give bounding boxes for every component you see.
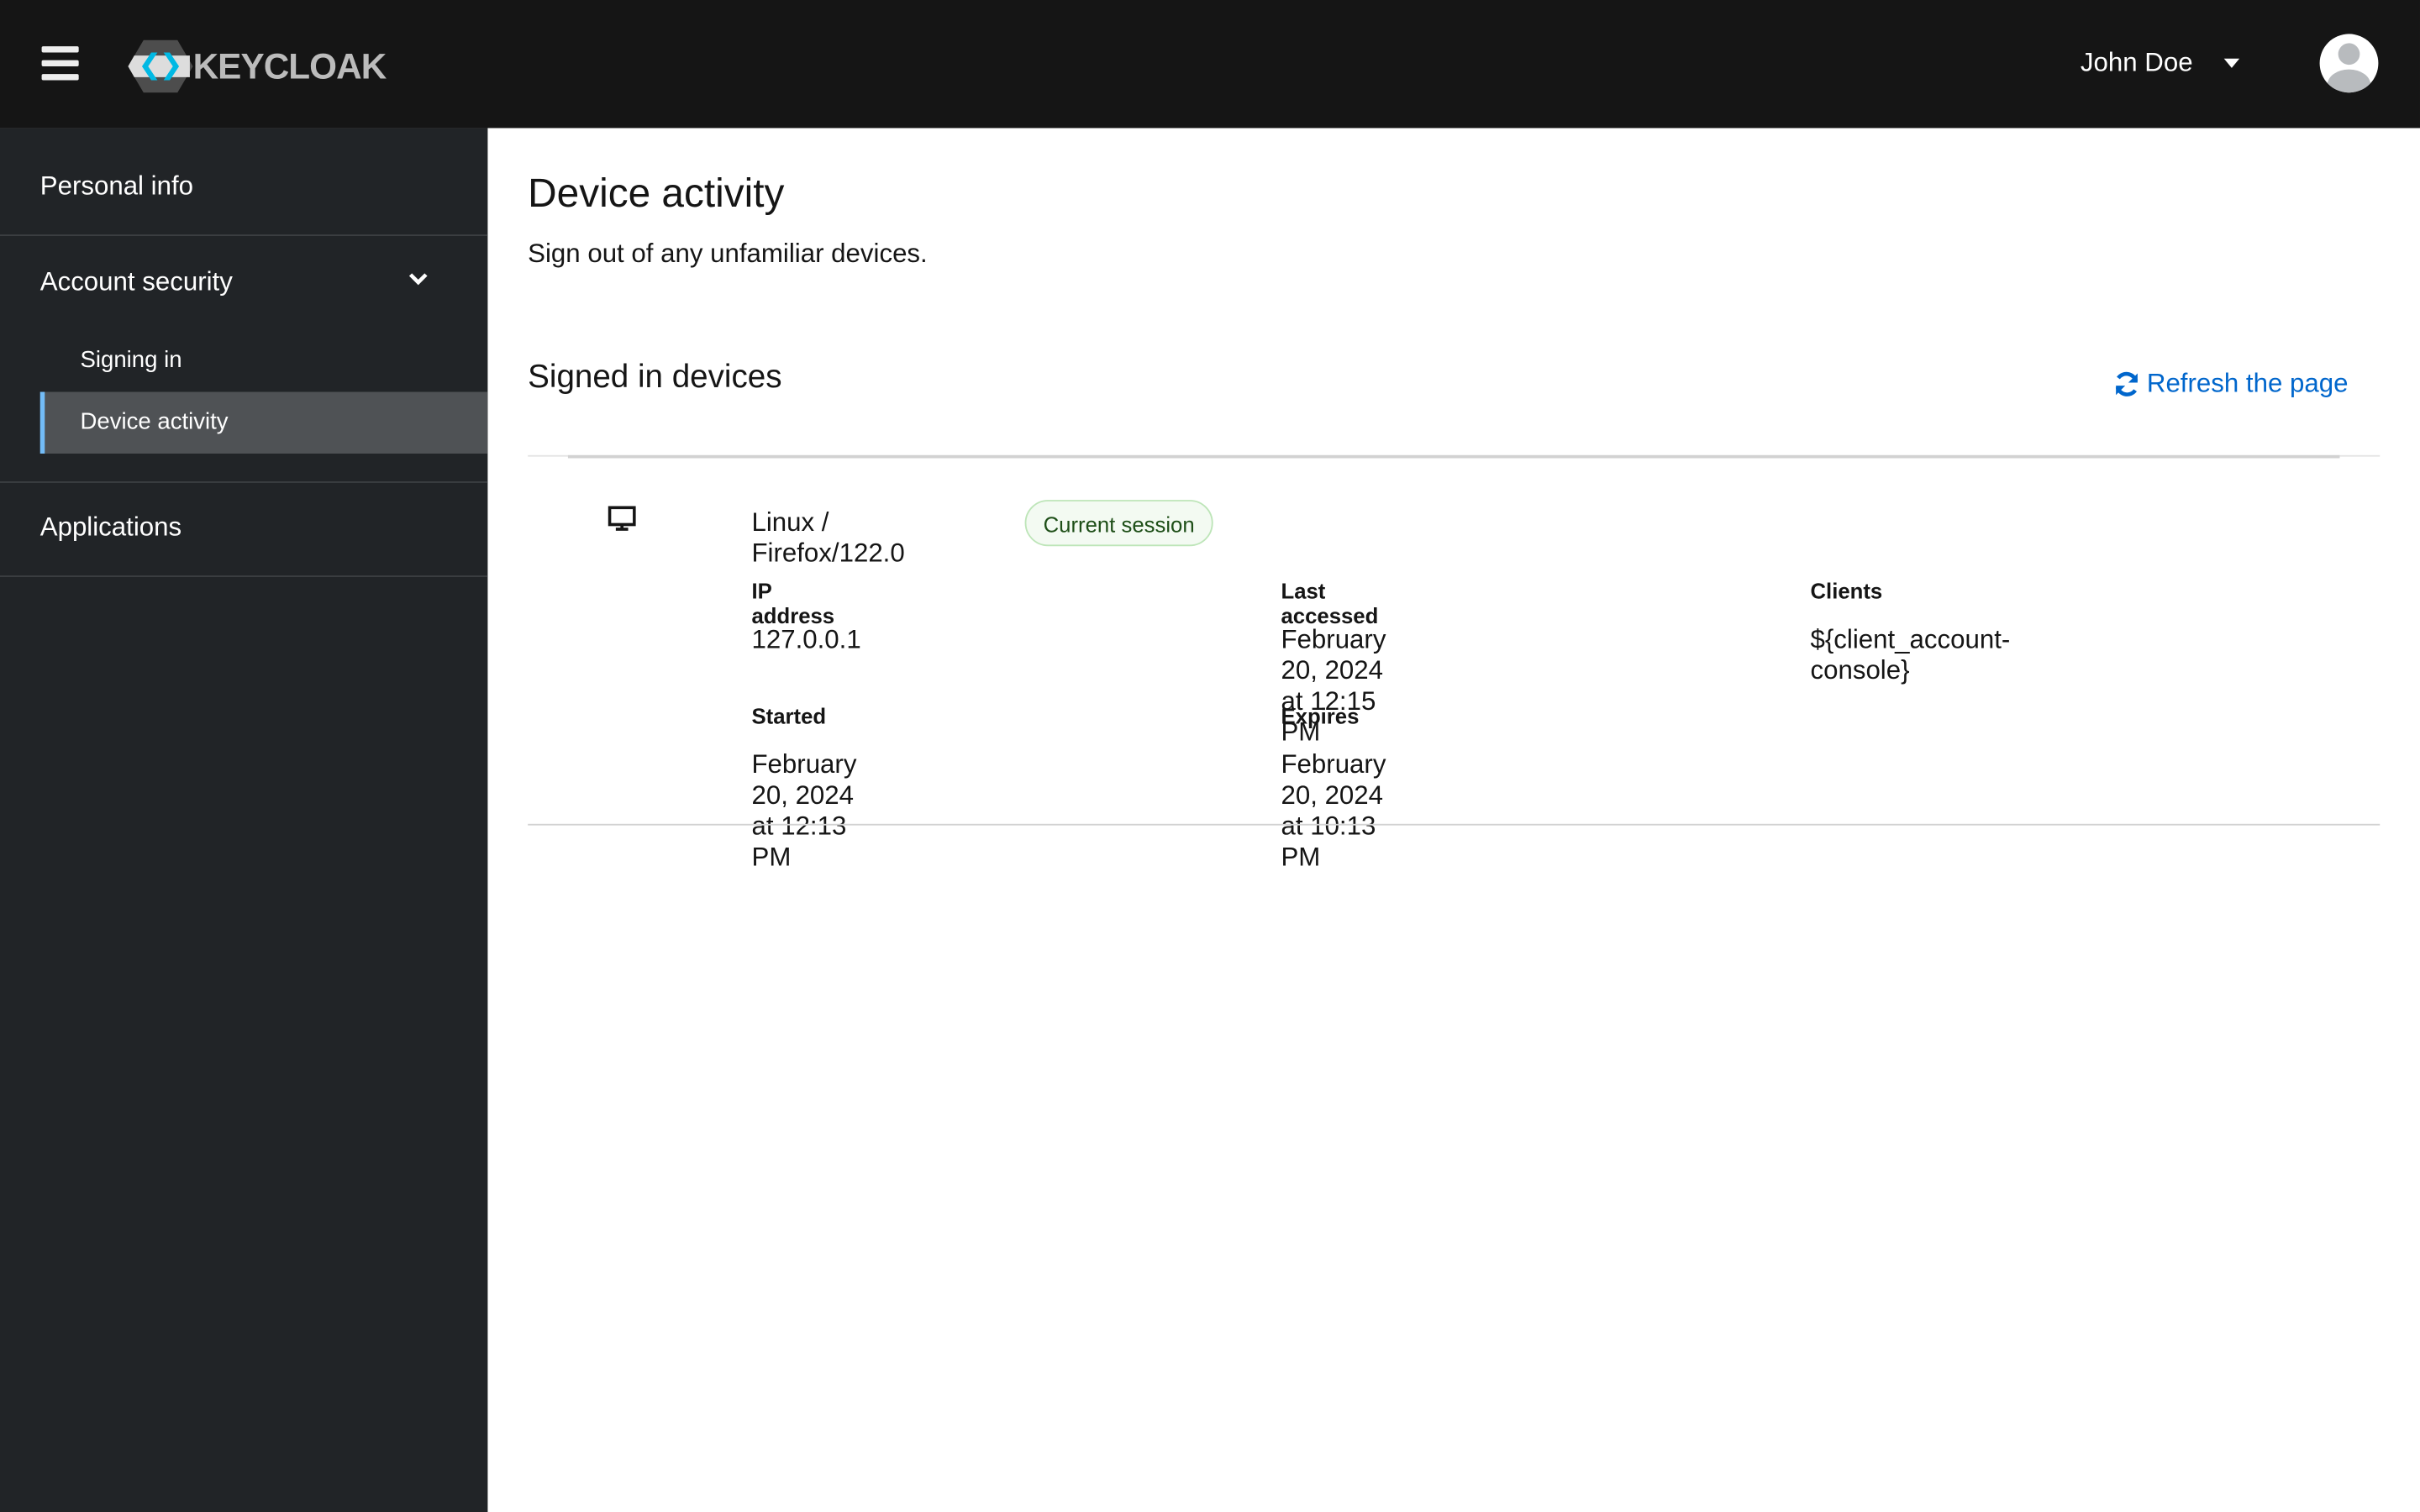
- clients-value: ${client_account-console}: [1810, 624, 2011, 685]
- expires-label: Expires: [1281, 703, 1360, 728]
- caret-down-icon: [2223, 58, 2239, 68]
- sidebar-item-personal-info[interactable]: Personal info: [0, 171, 528, 202]
- section-title: Signed in devices: [528, 359, 782, 396]
- chevron-down-icon: [408, 273, 428, 286]
- ip-address-label: IP address: [751, 578, 835, 628]
- divider: [528, 823, 2381, 826]
- user-name: John Doe: [2080, 47, 2193, 77]
- avatar[interactable]: [2319, 34, 2379, 93]
- sync-icon: [2115, 371, 2139, 396]
- sidebar-item-signing-in[interactable]: Signing in: [0, 347, 568, 373]
- masthead: KEYCLOAK John Doe: [0, 0, 2420, 129]
- divider: [0, 234, 488, 237]
- sidebar-item-device-activity[interactable]: Device activity: [39, 391, 488, 454]
- label: Account security: [39, 266, 233, 297]
- device-name: Linux / Firefox/122.0: [751, 507, 905, 568]
- ip-address-value: 127.0.0.1: [751, 624, 861, 654]
- last-accessed-value: February 20, 2024 at 12:15 PM: [1281, 624, 1386, 747]
- last-accessed-label: Last accessed: [1281, 578, 1379, 628]
- current-session-badge: Current session: [1024, 500, 1213, 547]
- user-dropdown[interactable]: John Doe: [2081, 48, 2239, 79]
- keycloak-logo[interactable]: KEYCLOAK: [128, 39, 387, 94]
- refresh-label: Refresh the page: [2146, 368, 2349, 398]
- page-subtitle: Sign out of any unfamiliar devices.: [528, 239, 928, 269]
- divider: [0, 575, 488, 577]
- desktop-icon: [608, 506, 636, 531]
- sidebar-item-account-security[interactable]: Account security: [0, 267, 528, 298]
- refresh-button[interactable]: Refresh the page: [2112, 369, 2348, 400]
- clients-label: Clients: [1810, 578, 1883, 604]
- hamburger-menu-icon[interactable]: [41, 46, 79, 81]
- divider: [567, 454, 2340, 459]
- divider: [0, 481, 488, 483]
- expires-value: February 20, 2024 at 10:13 PM: [1281, 749, 1386, 872]
- page-title: Device activity: [528, 170, 785, 217]
- sidebar-item-applications[interactable]: Applications: [0, 512, 528, 543]
- started-value: February 20, 2024 at 12:13 PM: [751, 749, 857, 872]
- started-label: Started: [751, 703, 827, 728]
- brand-text: KEYCLOAK: [192, 45, 387, 86]
- sidebar: Personal info Account security Signing i…: [0, 128, 488, 1512]
- keycloak-logo-icon: [128, 39, 193, 93]
